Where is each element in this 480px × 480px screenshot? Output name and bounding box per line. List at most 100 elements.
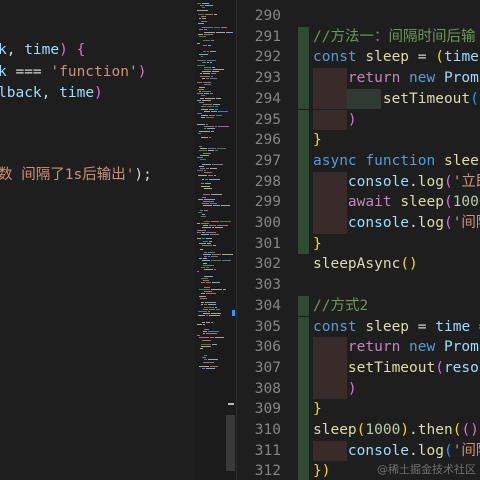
code-line[interactable]: setTimeout(resol xyxy=(313,358,480,378)
indent-guide xyxy=(298,295,309,317)
minimap-line xyxy=(197,335,200,337)
minimap-line xyxy=(212,227,214,229)
minimap-line xyxy=(197,157,203,158)
minimap-line xyxy=(199,18,201,20)
indent-guide xyxy=(298,357,309,379)
minimap-line xyxy=(197,9,208,11)
code-token: } xyxy=(313,235,322,252)
minimap-line xyxy=(200,75,210,77)
minimap-line xyxy=(212,344,217,345)
minimap-line xyxy=(207,51,209,53)
code-line[interactable]: } xyxy=(313,399,322,419)
minimap-line xyxy=(202,27,213,29)
code-line[interactable]: //方法一：间隔时间后输 xyxy=(313,27,475,47)
code-line[interactable]: return new Promi xyxy=(313,68,480,88)
minimap-line xyxy=(197,42,200,44)
line-number: 310 xyxy=(254,422,281,438)
minimap-line xyxy=(197,3,201,4)
code-token: Promi xyxy=(443,339,480,356)
minimap-line xyxy=(208,251,215,253)
code-token: '间隔 xyxy=(452,442,480,459)
indent-guide xyxy=(298,316,309,338)
line-number: 309 xyxy=(254,401,281,418)
code-line[interactable]: setTimeout(r xyxy=(313,89,480,109)
code-line[interactable]: ) xyxy=(313,379,357,399)
minimap-line xyxy=(203,330,207,332)
minimap-line xyxy=(197,229,206,231)
minimap-line xyxy=(201,106,206,108)
code-line[interactable]: return new Promi xyxy=(313,337,480,357)
minimap-line xyxy=(198,198,203,200)
code-token: () xyxy=(400,256,418,273)
left-editor-pane[interactable]: k, time) {k === 'function') lback, time) 数… xyxy=(0,0,195,480)
indent-guide xyxy=(298,26,309,48)
code-line[interactable]: console.log('立即 xyxy=(313,172,480,192)
minimap-line xyxy=(202,163,211,165)
code-token: log xyxy=(417,215,444,231)
minimap-line xyxy=(214,269,216,271)
minimap-line xyxy=(199,53,208,55)
minimap-line xyxy=(221,27,227,29)
minimap[interactable] xyxy=(195,0,237,480)
code-line[interactable]: await sleep(1000 xyxy=(313,192,480,212)
minimap-line xyxy=(198,315,205,317)
minimap-line xyxy=(202,245,212,246)
minimap-line xyxy=(209,108,214,110)
code-line[interactable]: } xyxy=(313,234,322,254)
code-token: k xyxy=(0,42,7,58)
minimap-line xyxy=(204,256,207,257)
code-token: . xyxy=(409,173,418,190)
minimap-line xyxy=(203,280,209,282)
minimap-line xyxy=(204,93,209,95)
minimap-line xyxy=(203,73,210,75)
minimap-line xyxy=(197,238,201,240)
code-line[interactable]: lback, time) xyxy=(0,83,103,103)
code-line[interactable]: k, time) { xyxy=(0,40,85,60)
code-line[interactable]: //方式2 xyxy=(313,296,368,316)
code-line[interactable]: async function sleepA xyxy=(313,151,480,171)
minimap-line xyxy=(205,14,213,15)
scrollbar-marker xyxy=(232,310,235,316)
minimap-line xyxy=(205,179,208,180)
code-token: === xyxy=(6,64,51,80)
code-line[interactable]: }) xyxy=(313,461,330,480)
minimap-line xyxy=(203,240,208,242)
indent-guide xyxy=(298,130,309,151)
indent-guide xyxy=(298,399,309,420)
minimap-line xyxy=(199,165,204,167)
code-line[interactable]: 数 间隔了1s后输出'); xyxy=(0,165,152,185)
minimap-line xyxy=(201,223,209,224)
minimap-line xyxy=(201,267,205,268)
minimap-line xyxy=(212,253,221,255)
code-line[interactable]: sleepAsync() xyxy=(313,254,418,274)
minimap-line xyxy=(202,91,211,92)
code-line[interactable]: console.log('间隔 xyxy=(313,213,480,233)
minimap-line xyxy=(210,93,213,95)
indent-guide xyxy=(298,233,309,255)
minimap-line xyxy=(203,82,211,84)
code-line[interactable]: } xyxy=(313,130,322,150)
code-line[interactable]: const sleep = (time) = xyxy=(313,47,480,67)
indent-guide xyxy=(298,192,309,213)
minimap-line xyxy=(204,172,212,174)
code-line[interactable]: k === 'function') xyxy=(0,62,146,82)
minimap-line xyxy=(197,271,199,273)
code-line[interactable]: const sleep = time = xyxy=(313,317,480,337)
minimap-line xyxy=(204,110,210,112)
minimap-line xyxy=(210,337,214,339)
minimap-line xyxy=(201,115,208,117)
minimap-line xyxy=(203,201,214,202)
code-line[interactable]: ) xyxy=(313,110,357,130)
minimap-line xyxy=(204,187,212,189)
right-editor-pane[interactable]: 290 291 292 293 294 295 296 297 298 299 300 301 302 3… xyxy=(237,0,480,480)
minimap-line xyxy=(211,256,218,257)
minimap-line xyxy=(208,311,210,312)
code-token: time xyxy=(435,318,471,335)
vertical-scrollbar-thumb[interactable] xyxy=(226,415,235,471)
minimap-line xyxy=(204,328,209,330)
code-token: k xyxy=(0,64,7,80)
minimap-line xyxy=(198,33,203,35)
code-line[interactable]: sleep(1000).then(() xyxy=(313,420,479,440)
code-line[interactable]: console.log('间隔 xyxy=(313,441,480,461)
minimap-line xyxy=(209,308,215,310)
